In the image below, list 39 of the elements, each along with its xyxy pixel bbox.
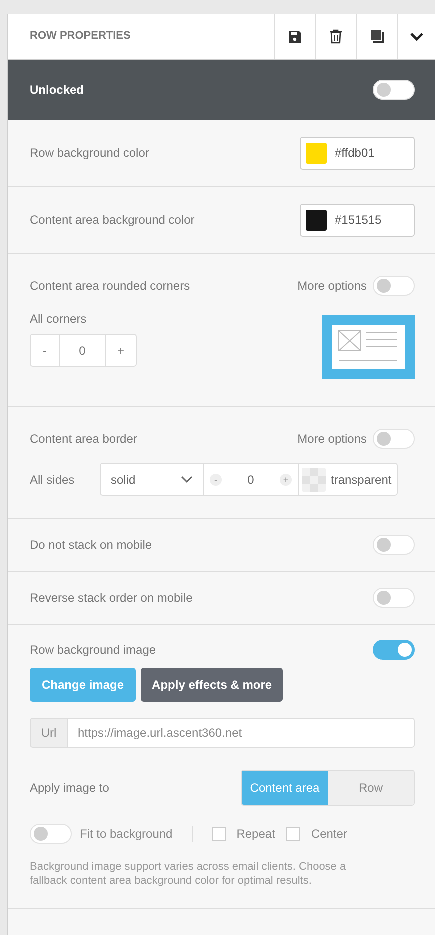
toggle-switch[interactable] xyxy=(373,588,415,608)
url-field[interactable]: https://image.url.ascent360.net xyxy=(68,718,415,748)
color-value: #ffdb01 xyxy=(335,145,375,162)
toggle-switch[interactable] xyxy=(30,824,72,844)
field-label: All corners xyxy=(30,311,88,328)
field-label: Content area border xyxy=(30,431,138,448)
decrement-button[interactable]: - xyxy=(31,335,60,366)
toggle-switch[interactable] xyxy=(373,640,415,660)
color-value: #151515 xyxy=(335,212,382,229)
color-field[interactable]: #ffdb01 xyxy=(300,136,415,170)
url-prefix: Url xyxy=(30,718,68,748)
increment-button[interactable]: + xyxy=(105,335,136,366)
field-label: Do not stack on mobile xyxy=(30,537,152,554)
field-label: More options xyxy=(298,278,367,295)
field-label: Apply image to xyxy=(30,780,110,797)
checkbox[interactable] xyxy=(286,827,300,841)
lock-status: Unlocked xyxy=(30,82,84,99)
toggle-switch[interactable] xyxy=(373,535,415,555)
help-text: Background image support varies across email clients. Choose a fallback content area background color for optimal results. xyxy=(30,860,348,888)
stepper-value: 0 xyxy=(78,342,87,360)
panel-title: ROW PROPERTIES xyxy=(29,29,132,44)
field-label: Row background image xyxy=(30,642,156,659)
toggle-switch[interactable] xyxy=(373,429,415,449)
stepper-field[interactable]: - 0 + xyxy=(30,334,137,367)
color-field[interactable]: #151515 xyxy=(300,204,415,236)
toggle-switch[interactable] xyxy=(373,276,415,296)
fit-label: Fit to background xyxy=(80,826,173,843)
toggle-switch[interactable] xyxy=(373,80,415,100)
field-label: More options xyxy=(298,431,367,448)
field-label: Content area background color xyxy=(30,212,195,229)
apply-effects-button[interactable]: Apply effects & more xyxy=(141,668,284,702)
field-label: Reverse stack order on mobile xyxy=(30,590,193,607)
segment-tab[interactable]: Row xyxy=(328,771,414,805)
checkbox[interactable] xyxy=(212,827,226,841)
field-label: All sides xyxy=(30,472,75,486)
field-label: Content area rounded corners xyxy=(30,278,190,295)
checkbox-label: Repeat xyxy=(236,826,276,843)
field-label: Row background color xyxy=(30,145,150,162)
checkbox-label: Center xyxy=(311,826,348,843)
